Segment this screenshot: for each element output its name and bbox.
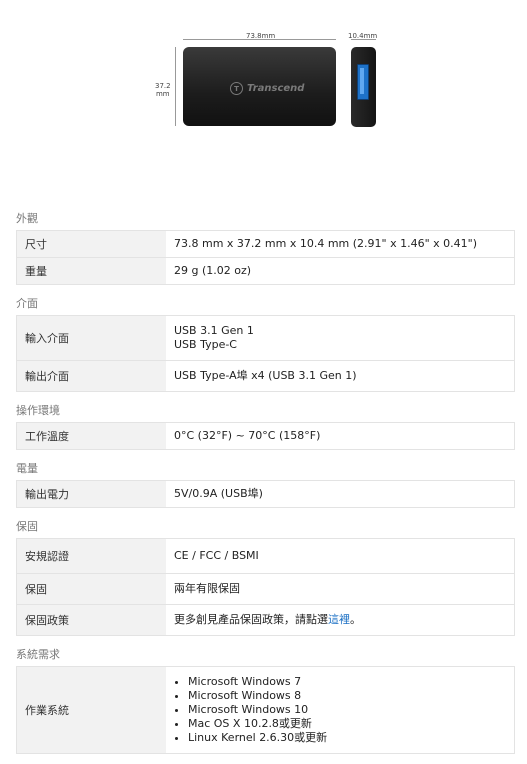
- os-list-item: Linux Kernel 2.6.30或更新: [188, 731, 506, 745]
- os-list-item: Microsoft Windows 10: [188, 703, 506, 717]
- size-value: 73.8 mm x 37.2 mm x 10.4 mm (2.91" x 1.4…: [174, 237, 478, 250]
- temperature-value: 0°C (32°F) ~ 70°C (158°F): [174, 429, 321, 442]
- input-interface-value-1: USB 3.1 Gen 1: [174, 324, 254, 337]
- height-dimension-line: [175, 47, 176, 126]
- product-dimension-figure: 73.8mm 10.4mm 37.2 mm T Transcend: [0, 0, 527, 140]
- table-row: 輸出電力 5V/0.9A (USB埠): [16, 480, 515, 508]
- brand-name: Transcend: [247, 83, 305, 94]
- table-row: 輸出介面 USB Type-A埠 x4 (USB 3.1 Gen 1): [16, 360, 515, 392]
- warranty-policy-end: 。: [350, 613, 361, 626]
- os-list-item: Microsoft Windows 7: [188, 675, 506, 689]
- brand-mark-icon: T: [230, 82, 243, 95]
- section-warranty: 安規認證 CE / FCC / BSMI 保固 兩年有限保固 保固政策 更多創見…: [16, 538, 515, 636]
- section-power: 輸出電力 5V/0.9A (USB埠): [16, 480, 515, 508]
- table-row: 保固政策 更多創見產品保固政策，請點選這裡。: [16, 604, 515, 636]
- os-list-item: Microsoft Windows 8: [188, 689, 506, 703]
- certification-label: 安規認證: [17, 539, 166, 573]
- section-appearance: 尺寸 73.8 mm x 37.2 mm x 10.4 mm (2.91" x …: [16, 230, 515, 285]
- size-label: 尺寸: [17, 231, 166, 257]
- table-row: 重量 29 g (1.02 oz): [16, 257, 515, 285]
- os-value: Microsoft Windows 7 Microsoft Windows 8 …: [166, 667, 514, 753]
- output-power-value: 5V/0.9A (USB埠): [174, 487, 263, 500]
- os-list: Microsoft Windows 7 Microsoft Windows 8 …: [174, 675, 506, 745]
- input-interface-value: USB 3.1 Gen 1 USB Type-C: [166, 316, 514, 360]
- table-row: 輸入介面 USB 3.1 Gen 1 USB Type-C: [16, 315, 515, 360]
- brand-logo: T Transcend: [230, 82, 304, 95]
- section-title-requirements: 系統需求: [16, 648, 60, 661]
- certification-value: CE / FCC / BSMI: [174, 549, 259, 562]
- section-title-interface: 介面: [16, 297, 38, 310]
- table-row: 保固 兩年有限保固: [16, 573, 515, 604]
- input-interface-label: 輸入介面: [17, 316, 166, 360]
- usb-port-icon: [357, 64, 369, 100]
- warranty-policy-text: 更多創見產品保固政策，請點選: [174, 613, 328, 626]
- warranty-label: 保固: [17, 574, 166, 604]
- table-row: 作業系統 Microsoft Windows 7 Microsoft Windo…: [16, 666, 515, 754]
- spec-table: 外觀 尺寸 73.8 mm x 37.2 mm x 10.4 mm (2.91"…: [16, 208, 515, 754]
- height-value: 37.2: [155, 82, 171, 90]
- output-interface-value: USB Type-A埠 x4 (USB 3.1 Gen 1): [174, 369, 357, 382]
- section-title-appearance: 外觀: [16, 212, 38, 225]
- section-requirements: 作業系統 Microsoft Windows 7 Microsoft Windo…: [16, 666, 515, 754]
- length-dimension-line: [183, 39, 336, 40]
- table-row: 尺寸 73.8 mm x 37.2 mm x 10.4 mm (2.91" x …: [16, 230, 515, 257]
- warranty-policy-link[interactable]: 這裡: [328, 613, 350, 626]
- warranty-policy-label: 保固政策: [17, 605, 166, 635]
- section-interface: 輸入介面 USB 3.1 Gen 1 USB Type-C 輸出介面 USB T…: [16, 315, 515, 392]
- os-list-item: Mac OS X 10.2.8或更新: [188, 717, 506, 731]
- height-unit: mm: [155, 90, 170, 98]
- table-row: 工作溫度 0°C (32°F) ~ 70°C (158°F): [16, 422, 515, 450]
- table-row: 安規認證 CE / FCC / BSMI: [16, 538, 515, 573]
- output-power-label: 輸出電力: [17, 481, 166, 507]
- section-environment: 工作溫度 0°C (32°F) ~ 70°C (158°F): [16, 422, 515, 450]
- section-title-power: 電量: [16, 462, 38, 475]
- temperature-label: 工作溫度: [17, 423, 166, 449]
- section-title-environment: 操作環境: [16, 404, 60, 417]
- weight-value: 29 g (1.02 oz): [174, 264, 252, 277]
- input-interface-value-2: USB Type-C: [174, 338, 237, 351]
- weight-label: 重量: [17, 258, 166, 284]
- warranty-policy-value: 更多創見產品保固政策，請點選這裡。: [166, 605, 514, 635]
- output-interface-label: 輸出介面: [17, 361, 166, 391]
- section-title-warranty: 保固: [16, 520, 38, 533]
- os-label: 作業系統: [17, 667, 166, 753]
- height-dimension-label: 37.2 mm: [155, 82, 171, 98]
- depth-dimension-line: [351, 39, 376, 40]
- warranty-value: 兩年有限保固: [174, 582, 240, 595]
